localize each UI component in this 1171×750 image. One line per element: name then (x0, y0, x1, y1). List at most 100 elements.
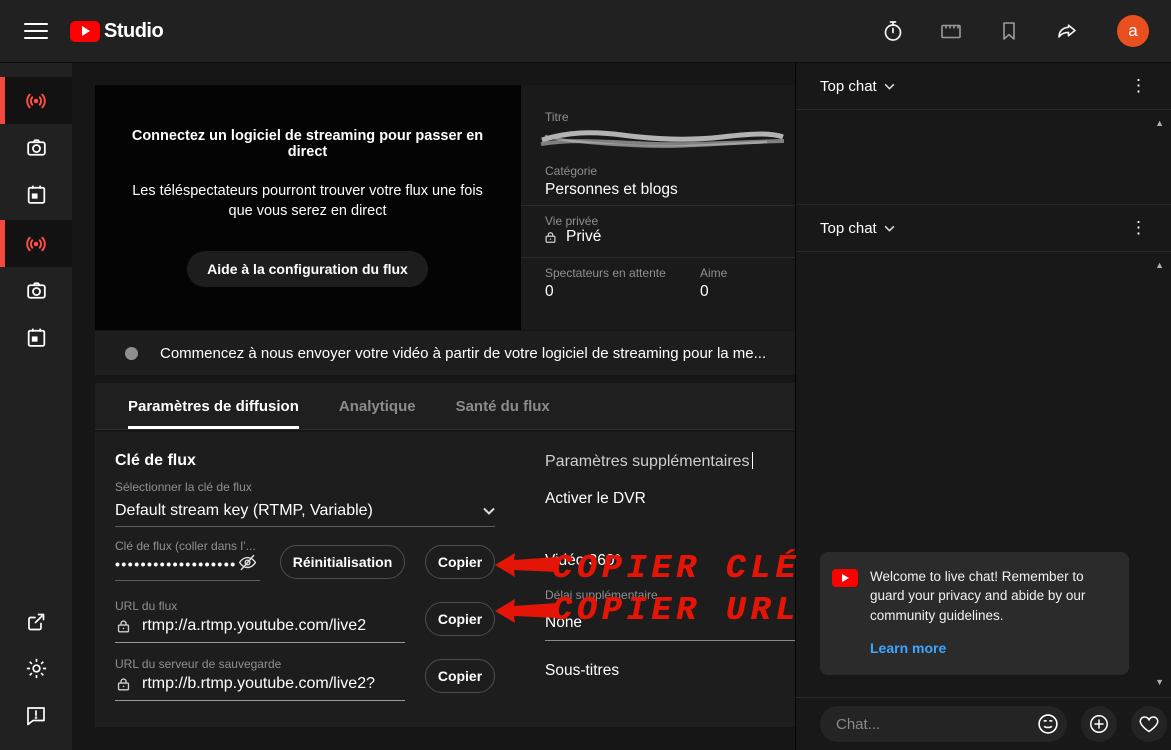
sidebar-item-stream-2[interactable] (0, 220, 72, 267)
emoji-icon[interactable] (1035, 711, 1061, 737)
chat-messages-area-1: ▲ (796, 110, 1171, 205)
tab-stream-health[interactable]: Santé du flux (456, 383, 550, 429)
status-message: Commencez à nous envoyer votre vidéo à p… (160, 345, 766, 362)
sidebar-item-feedback[interactable] (0, 692, 72, 739)
calendar-icon (24, 325, 49, 350)
caret-down-icon (483, 507, 495, 515)
text-cursor (752, 452, 754, 469)
lock-icon (115, 676, 132, 693)
chat-menu-icon[interactable]: ⋮ (1124, 76, 1153, 96)
backup-url-label: URL du serveur de sauvegarde (115, 657, 281, 671)
plus-circle-icon (1087, 712, 1111, 736)
camera-icon (24, 135, 49, 160)
annotation-arrow-copy-url (494, 596, 558, 626)
youtube-studio-logo[interactable]: Studio (70, 20, 163, 43)
copy-stream-url-button[interactable]: Copier (425, 602, 495, 636)
chat-add-button[interactable] (1081, 706, 1117, 742)
main-content: Connectez un logiciel de streaming pour … (72, 63, 795, 750)
privacy-value: Privé (566, 228, 601, 246)
menu-icon[interactable] (24, 19, 48, 43)
connect-title: Connectez un logiciel de streaming pour … (128, 128, 488, 160)
redacted-title-scribble (537, 125, 787, 151)
live-stream-icon (23, 88, 49, 114)
lock-icon (543, 230, 558, 245)
additional-settings-title: Paramètres supplémentaires (545, 452, 753, 471)
reset-stream-key-button[interactable]: Réinitialisation (280, 545, 405, 579)
chat-mode-selector[interactable]: Top chat (820, 220, 895, 237)
stream-url-value: rtmp://a.rtmp.youtube.com/live2 (142, 617, 366, 635)
sidebar-item-stream-1[interactable] (0, 77, 72, 124)
settings-tab-bar: Paramètres de diffusion Analytique Santé… (95, 383, 795, 430)
privacy-label: Vie privée (545, 214, 598, 228)
chat-mode-selector[interactable]: Top chat (820, 78, 895, 95)
subtitles-setting[interactable]: Sous-titres (545, 662, 619, 680)
feedback-icon (24, 704, 48, 728)
scroll-down-icon[interactable]: ▼ (1155, 677, 1164, 687)
copy-stream-key-button[interactable]: Copier (425, 545, 495, 579)
camera-icon (24, 278, 49, 303)
sidebar-item-manage-1[interactable] (0, 171, 72, 218)
chat-header-1: Top chat ⋮ (796, 63, 1171, 110)
tab-analytics[interactable]: Analytique (339, 383, 416, 429)
heart-icon (1137, 712, 1161, 736)
bookmark-icon[interactable] (997, 19, 1021, 43)
annotation-copy-url: COPIER URL (552, 592, 800, 629)
learn-more-link[interactable]: Learn more (870, 638, 946, 658)
stream-setup-help-button[interactable]: Aide à la configuration du flux (187, 251, 428, 287)
status-dot-icon (125, 347, 138, 360)
enable-dvr-setting[interactable]: Activer le DVR (545, 490, 646, 508)
youtube-play-icon (832, 569, 858, 587)
app-title: Studio (104, 20, 163, 43)
stream-key-select-value: Default stream key (RTMP, Variable) (115, 502, 373, 520)
share-icon[interactable] (1055, 19, 1079, 43)
calendar-icon (24, 182, 49, 207)
sidebar-item-open-external[interactable] (0, 598, 72, 645)
chat-mode-label: Top chat (820, 78, 877, 95)
chat-input[interactable] (836, 716, 1035, 733)
stream-metadata-panel: Titre Catégorie Personnes et blogs Vie p… (520, 85, 795, 330)
category-value: Personnes et blogs (545, 181, 678, 199)
live-chat-panel: Top chat ⋮ ▲ Top chat ⋮ ▲ ▼ Welcome to l… (795, 63, 1171, 750)
chat-input-row (796, 697, 1171, 750)
chevron-down-icon (884, 83, 895, 90)
sidebar-item-webcam-1[interactable] (0, 124, 72, 171)
avatar[interactable]: a (1117, 15, 1149, 47)
tab-stream-settings[interactable]: Paramètres de diffusion (128, 383, 299, 429)
backup-url-value: rtmp://b.rtmp.youtube.com/live2? (142, 675, 375, 693)
waiting-viewers-value: 0 (545, 283, 554, 301)
stream-preview-panel: Connectez un logiciel de streaming pour … (95, 85, 520, 330)
additional-settings-title-text: Paramètres supplémentaires (545, 453, 750, 470)
annotation-copy-key: COPIER CLÉ (552, 550, 800, 587)
copy-backup-url-button[interactable]: Copier (425, 659, 495, 693)
sidebar-item-webcam-2[interactable] (0, 267, 72, 314)
chat-header-2: Top chat ⋮ (796, 205, 1171, 252)
chat-mode-label: Top chat (820, 220, 877, 237)
top-bar: Studio a (0, 0, 1171, 63)
stream-key-field-label: Clé de flux (coller dans l’... (115, 539, 256, 553)
scroll-up-icon[interactable]: ▲ (1155, 118, 1164, 128)
scroll-up-icon[interactable]: ▲ (1155, 260, 1164, 270)
stream-timer-icon[interactable] (881, 19, 905, 43)
stream-url-label: URL du flux (115, 599, 177, 613)
likes-label: Aime (700, 266, 727, 280)
sidebar-item-settings[interactable] (0, 645, 72, 692)
chat-input-pill (820, 706, 1067, 742)
stream-key-section-title: Clé de flux (115, 452, 196, 470)
chat-welcome-card: Welcome to live chat! Remember to guard … (820, 552, 1129, 675)
gear-icon (24, 656, 49, 681)
connect-subtitle: Les téléspectateurs pourront trouver vot… (123, 182, 493, 221)
chevron-down-icon (884, 225, 895, 232)
sidebar-item-manage-2[interactable] (0, 314, 72, 361)
video-editor-icon[interactable] (939, 19, 963, 43)
stream-key-masked-value: ••••••••••••••••••• (115, 556, 237, 572)
annotation-arrow-copy-key (494, 550, 558, 580)
stream-key-select-label: Sélectionner la clé de flux (115, 480, 252, 494)
lock-icon (115, 618, 132, 635)
chat-heart-button[interactable] (1131, 706, 1167, 742)
chat-menu-icon[interactable]: ⋮ (1124, 218, 1153, 238)
stream-key-select[interactable]: Default stream key (RTMP, Variable) (115, 502, 495, 520)
left-sidebar (0, 63, 72, 750)
category-label: Catégorie (545, 164, 597, 178)
external-link-icon (24, 610, 48, 634)
eye-off-icon[interactable] (237, 552, 258, 573)
